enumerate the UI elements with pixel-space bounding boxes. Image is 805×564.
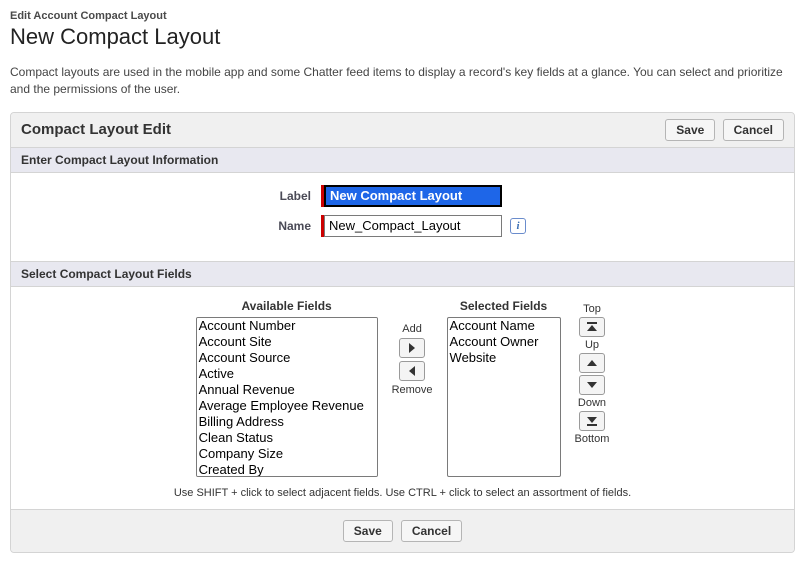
list-item[interactable]: Active xyxy=(197,366,377,382)
list-item[interactable]: Annual Revenue xyxy=(197,382,377,398)
section-info-title: Enter Compact Layout Information xyxy=(11,148,794,173)
page-description: Compact layouts are used in the mobile a… xyxy=(10,64,795,98)
bottom-button[interactable] xyxy=(579,411,605,431)
down-button[interactable] xyxy=(579,375,605,395)
top-label: Top xyxy=(583,303,601,315)
add-label: Add xyxy=(402,323,422,335)
info-icon[interactable]: i xyxy=(510,218,526,234)
section-fields-title: Select Compact Layout Fields xyxy=(11,261,794,287)
list-item[interactable]: Website xyxy=(448,350,560,366)
up-button[interactable] xyxy=(579,353,605,373)
list-item[interactable]: Account Number xyxy=(197,318,377,334)
arrow-bottom-icon xyxy=(586,415,598,427)
panel-footer: Save Cancel xyxy=(11,509,794,552)
arrow-up-icon xyxy=(586,357,598,369)
mover-column: Add Remove xyxy=(392,299,433,396)
panel-header-actions: Save Cancel xyxy=(665,119,784,141)
list-item[interactable]: Account Source xyxy=(197,350,377,366)
available-title: Available Fields xyxy=(241,299,331,313)
reorder-column: Top Up Down Bottom xyxy=(575,299,610,445)
list-item[interactable]: Average Employee Revenue xyxy=(197,398,377,414)
remove-label: Remove xyxy=(392,384,433,396)
up-label: Up xyxy=(585,339,599,351)
name-input[interactable] xyxy=(324,215,502,237)
panel-title: Compact Layout Edit xyxy=(21,121,171,138)
down-label: Down xyxy=(578,397,606,409)
arrow-top-icon xyxy=(586,321,598,333)
panel-header: Compact Layout Edit Save Cancel xyxy=(11,113,794,148)
arrow-down-icon xyxy=(586,379,598,391)
list-item[interactable]: Created By xyxy=(197,462,377,477)
bottom-label: Bottom xyxy=(575,433,610,445)
list-item[interactable]: Account Site xyxy=(197,334,377,350)
dual-listbox: Available Fields Account NumberAccount S… xyxy=(21,299,784,477)
list-item[interactable]: Company Size xyxy=(197,446,377,462)
page-title: New Compact Layout xyxy=(10,24,795,50)
available-fields-select[interactable]: Account NumberAccount SiteAccount Source… xyxy=(196,317,378,477)
selected-title: Selected Fields xyxy=(460,299,547,313)
row-name: Name i xyxy=(21,215,784,237)
selected-column: Selected Fields Account NameAccount Owne… xyxy=(447,299,561,477)
cancel-button-footer[interactable]: Cancel xyxy=(401,520,462,542)
list-item[interactable]: Account Owner xyxy=(448,334,560,350)
name-label: Name xyxy=(21,219,321,233)
save-button-footer[interactable]: Save xyxy=(343,520,393,542)
remove-button[interactable] xyxy=(399,361,425,381)
top-button[interactable] xyxy=(579,317,605,337)
fields-area: Available Fields Account NumberAccount S… xyxy=(11,287,794,509)
page-super-title: Edit Account Compact Layout xyxy=(10,10,795,22)
add-button[interactable] xyxy=(399,338,425,358)
arrow-left-icon xyxy=(406,365,418,377)
cancel-button[interactable]: Cancel xyxy=(723,119,784,141)
available-column: Available Fields Account NumberAccount S… xyxy=(196,299,378,477)
edit-panel: Compact Layout Edit Save Cancel Enter Co… xyxy=(10,112,795,553)
form-area: Label Name i xyxy=(11,173,794,261)
label-label: Label xyxy=(21,189,321,203)
list-item[interactable]: Clean Status xyxy=(197,430,377,446)
list-item[interactable]: Billing Address xyxy=(197,414,377,430)
selection-hint: Use SHIFT + click to select adjacent fie… xyxy=(21,487,784,499)
list-item[interactable]: Account Name xyxy=(448,318,560,334)
arrow-right-icon xyxy=(406,342,418,354)
save-button[interactable]: Save xyxy=(665,119,715,141)
row-label: Label xyxy=(21,185,784,207)
selected-fields-select[interactable]: Account NameAccount OwnerWebsite xyxy=(447,317,561,477)
label-input[interactable] xyxy=(324,185,502,207)
